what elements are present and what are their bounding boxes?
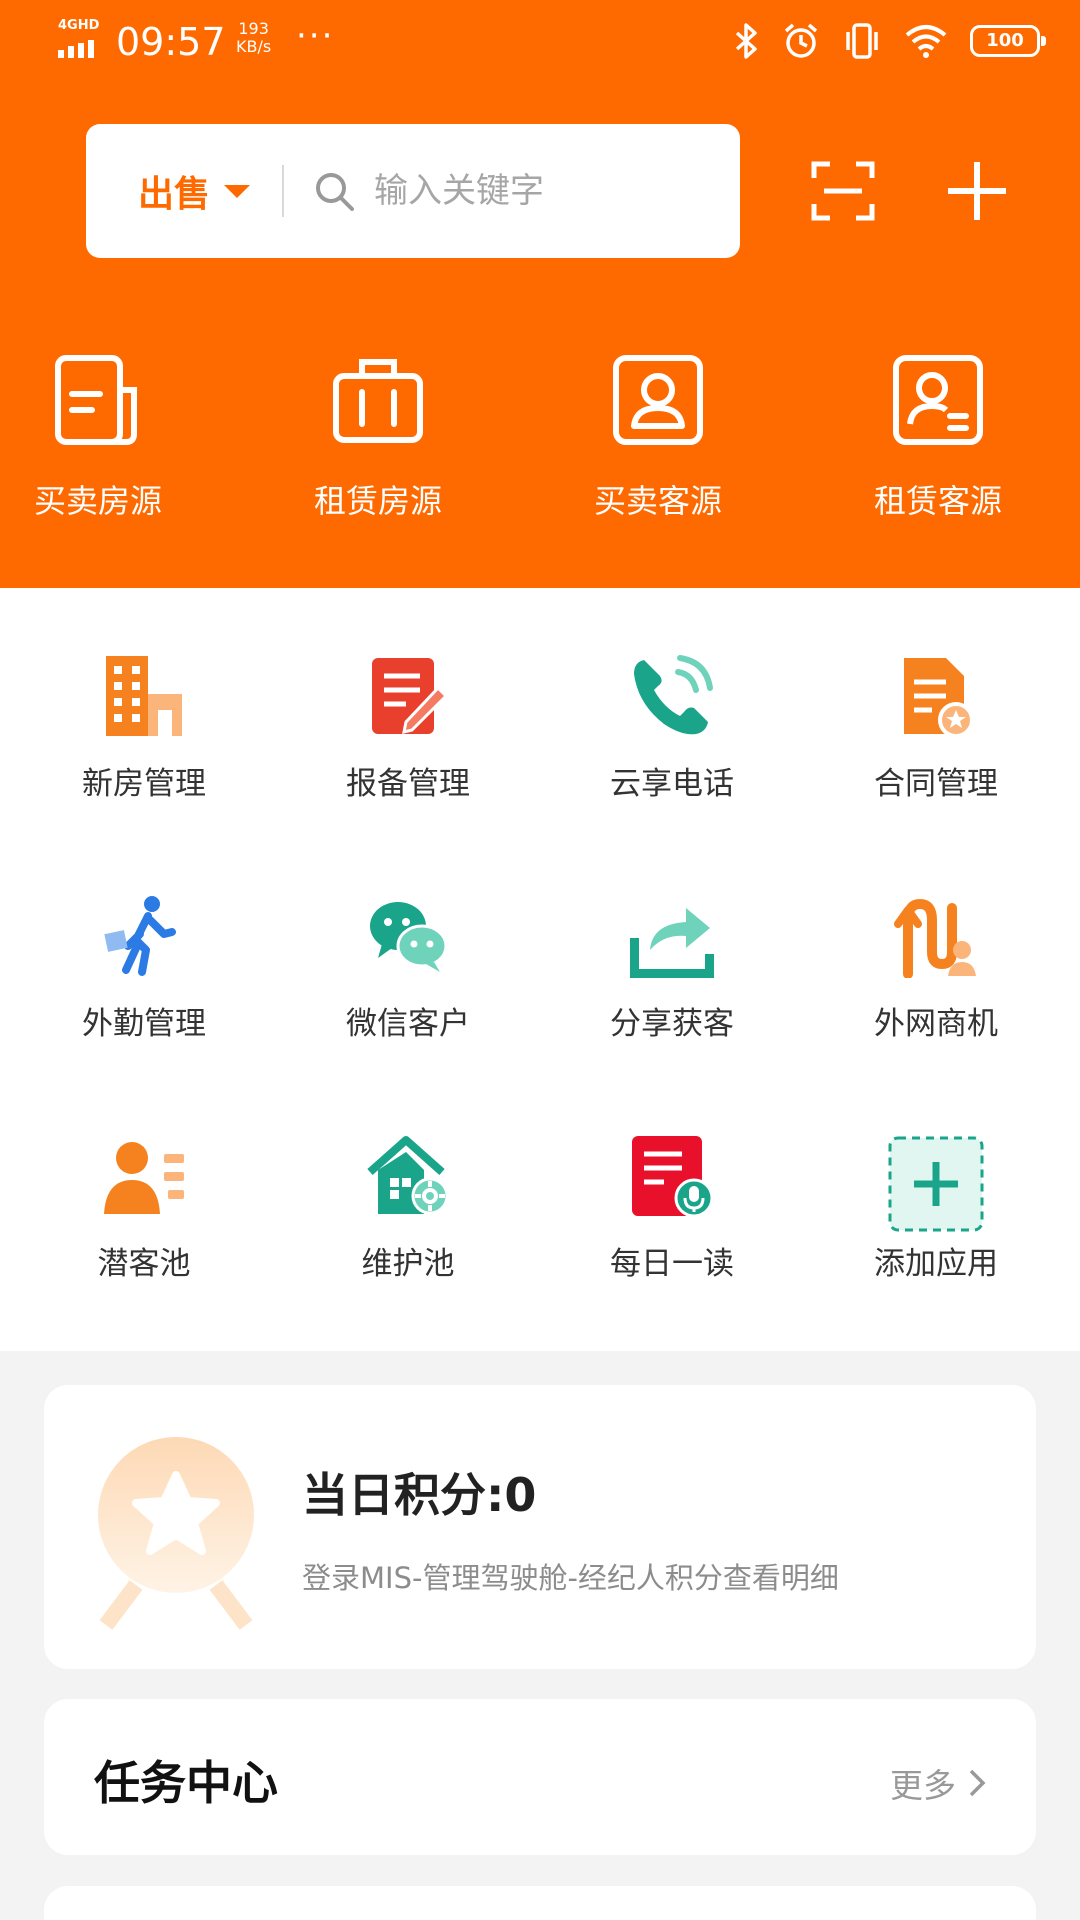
scan-icon[interactable]	[810, 158, 876, 224]
app-label: 微信客户	[346, 1006, 470, 1042]
speed-value: 193	[238, 19, 269, 38]
app-cloud-phone[interactable]: 云享电话	[552, 654, 792, 803]
app-report-management[interactable]: 报备管理	[288, 654, 528, 803]
quick-entry-sale-listings[interactable]: 买卖房源	[0, 350, 208, 522]
caret-down-icon	[224, 184, 251, 198]
briefcase-icon	[333, 359, 423, 443]
contract-icon	[904, 658, 974, 738]
alarm-icon	[784, 23, 818, 58]
wechat-icon	[370, 902, 448, 972]
app-online-leads[interactable]: 外网商机	[816, 894, 1056, 1043]
quick-entry-sale-clients[interactable]: 买卖客源	[548, 350, 768, 522]
user-card-icon	[613, 355, 703, 445]
star-badge-icon	[98, 1437, 254, 1630]
user-list-icon	[104, 1142, 184, 1214]
app-label: 每日一读	[610, 1246, 734, 1282]
speed-unit: KB/s	[236, 37, 272, 56]
app-prospect-pool[interactable]: 潜客池	[24, 1134, 264, 1283]
status-icons: 100	[734, 22, 1046, 60]
app-maintenance-pool[interactable]: 维护池	[288, 1134, 528, 1283]
divider	[282, 165, 285, 217]
status-bar: 4GHD 09:57 193 KB/s ··· 100	[0, 0, 1080, 86]
user-card-lines-icon	[893, 355, 983, 445]
quick-entry-rental-clients[interactable]: 租赁客源	[828, 350, 1048, 522]
task-center-title: 任务中心	[94, 1756, 278, 1810]
clock: 09:57	[116, 20, 226, 64]
add-app-icon	[888, 1136, 984, 1232]
network-speed: 193 KB/s	[236, 20, 271, 56]
search-icon	[316, 173, 355, 211]
battery-icon: 100	[970, 25, 1046, 57]
search-bar: 出售	[86, 124, 740, 258]
document-icon	[55, 355, 137, 445]
app-label: 添加应用	[874, 1246, 998, 1282]
wifi-icon	[905, 25, 947, 58]
app-daily-reading[interactable]: 每日一读	[552, 1134, 792, 1283]
app-wechat-clients[interactable]: 微信客户	[288, 894, 528, 1043]
task-more-link[interactable]: 更多	[890, 1759, 986, 1807]
app-label: 外勤管理	[82, 1006, 206, 1042]
phone-icon	[634, 655, 713, 735]
quick-entry-label: 买卖客源	[593, 482, 722, 520]
quick-entry-label: 租赁房源	[313, 482, 442, 520]
app-label: 云享电话	[610, 766, 734, 802]
app-label: 新房管理	[82, 766, 206, 802]
house-gear-icon	[367, 1136, 449, 1215]
search-input[interactable]	[374, 171, 675, 211]
app-label: 维护池	[361, 1246, 455, 1282]
add-icon[interactable]	[944, 158, 1010, 224]
app-label: 外网商机	[874, 1006, 998, 1042]
app-label: 合同管理	[874, 766, 998, 802]
bluetooth-icon	[735, 23, 757, 59]
points-subtitle: 登录MIS-管理驾驶舱-经纪人积分查看明细	[302, 1561, 839, 1595]
app-add-application[interactable]: 添加应用	[816, 1134, 1056, 1283]
listing-type-dropdown[interactable]: 出售	[138, 165, 251, 217]
daily-points-card[interactable]: 当日积分:0 登录MIS-管理驾驶舱-经纪人积分查看明细	[44, 1385, 1036, 1669]
listing-type-label: 出售	[138, 174, 211, 215]
signal-icon: 4GHD	[58, 18, 100, 58]
app-share-acquire[interactable]: 分享获客	[552, 894, 792, 1043]
app-contract-management[interactable]: 合同管理	[816, 654, 1056, 803]
quick-entry-rental-listings[interactable]: 租赁房源	[268, 350, 488, 522]
app-label: 分享获客	[610, 1006, 734, 1042]
share-icon	[630, 908, 714, 978]
report-edit-icon	[372, 658, 449, 735]
points-title: 当日积分:0	[302, 1468, 537, 1522]
app-label: 潜客池	[97, 1246, 191, 1282]
more-notifications-icon: ···	[296, 16, 335, 56]
walking-person-icon	[104, 896, 176, 976]
app-label: 报备管理	[346, 766, 470, 802]
route-user-icon	[894, 898, 976, 978]
quick-entries: 买卖房源 租赁房源 买卖客源 租赁客源	[0, 350, 1080, 530]
building-icon	[106, 656, 182, 736]
app-field-work[interactable]: 外勤管理	[24, 894, 264, 1043]
quick-entry-label: 买卖房源	[33, 482, 162, 520]
more-label: 更多	[890, 1766, 956, 1805]
chevron-right-icon	[969, 1769, 986, 1797]
app-new-homes[interactable]: 新房管理	[24, 654, 264, 803]
network-type: 4GHD	[58, 18, 100, 33]
task-center-card: 任务中心 更多	[44, 1699, 1036, 1855]
reading-mic-icon	[632, 1136, 714, 1218]
next-card-peek	[44, 1886, 1036, 1920]
vibrate-icon	[846, 23, 878, 59]
quick-entry-label: 租赁客源	[873, 482, 1002, 520]
app-grid: 新房管理 报备管理 云享电话 合同管理 外勤管理 微信客户 分享获客 外网商机 …	[0, 588, 1080, 1351]
